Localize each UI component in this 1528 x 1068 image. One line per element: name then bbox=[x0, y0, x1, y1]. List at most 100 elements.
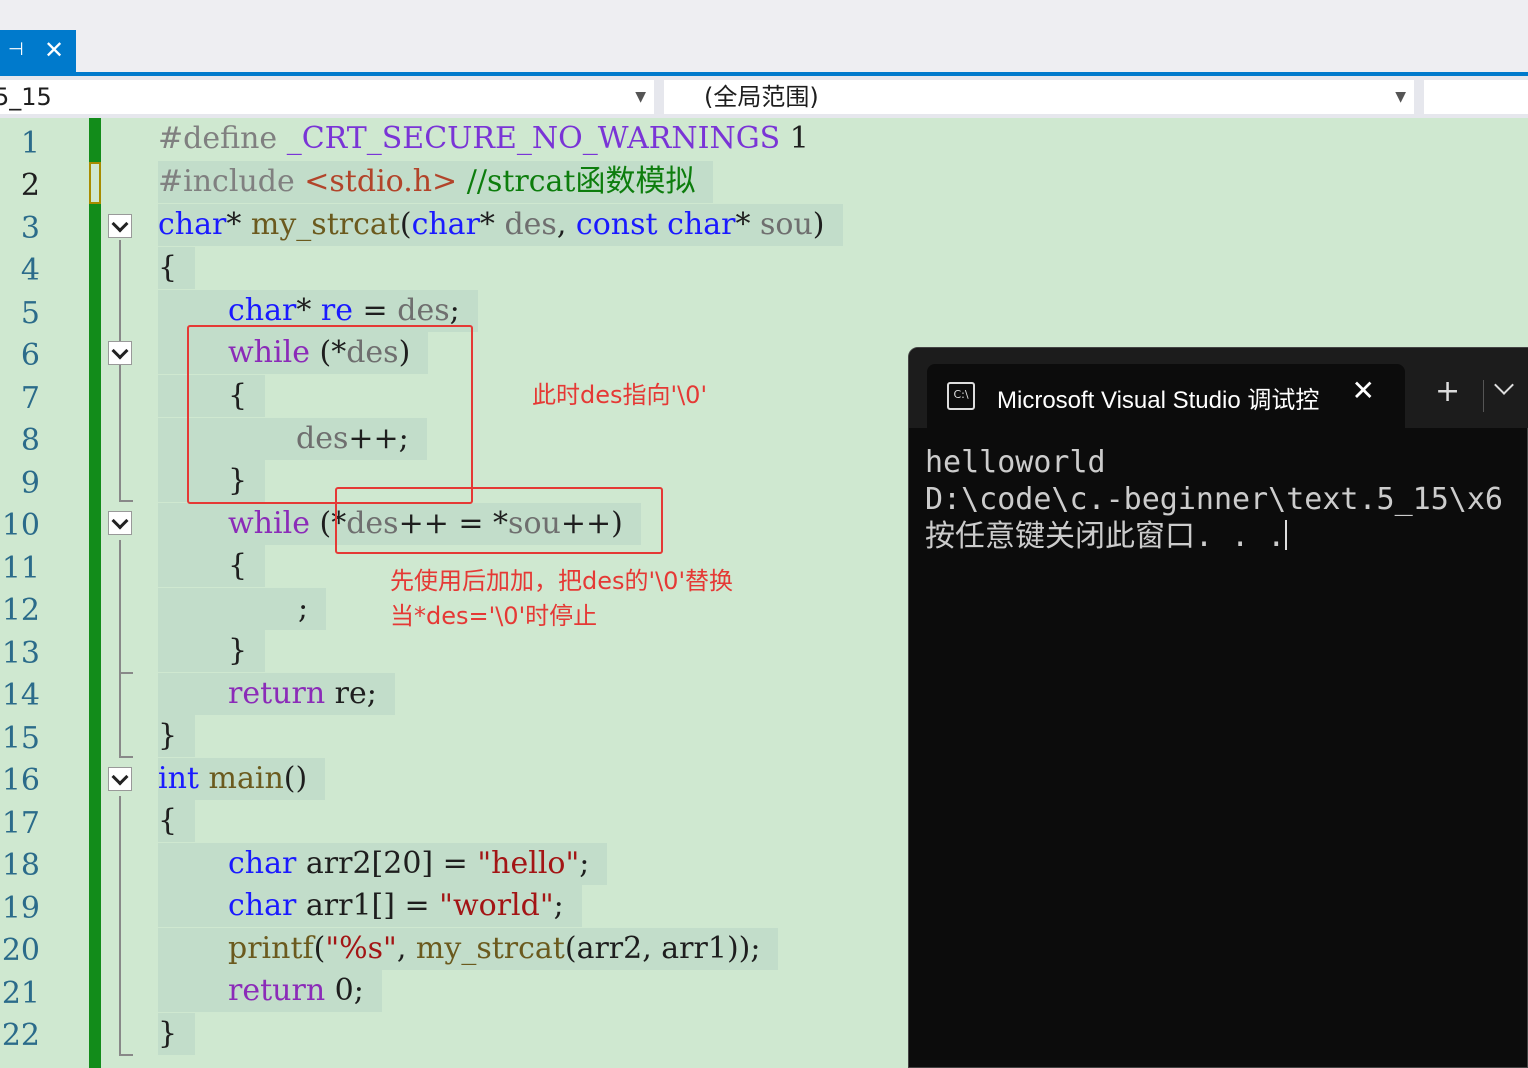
token: * bbox=[296, 293, 321, 328]
navigation-bar: 5_15 ▼ (全局范围) ▼ bbox=[0, 76, 1528, 118]
line-number: 21 bbox=[1, 976, 40, 1011]
token: arr2[20] = bbox=[296, 846, 478, 881]
member-combo[interactable] bbox=[1424, 80, 1528, 114]
line-number: 6 bbox=[20, 338, 40, 373]
token: ; bbox=[553, 888, 564, 923]
console-tab[interactable]: C:\ Microsoft Visual Studio 调试控 ✕ bbox=[927, 364, 1405, 428]
code-editor[interactable]: #define _CRT_SECURE_NO_WARNINGS 1 #inclu… bbox=[158, 118, 843, 1055]
token: = bbox=[353, 293, 398, 328]
token: des bbox=[397, 293, 450, 328]
annotation-note: 先使用后加加，把des的'\0'替换 bbox=[390, 567, 734, 595]
token: printf bbox=[228, 931, 314, 966]
token: sou bbox=[760, 207, 813, 242]
code-line-18: char arr2[20] = "hello"; bbox=[158, 843, 608, 885]
line-number: 17 bbox=[1, 806, 40, 841]
token: { bbox=[228, 548, 248, 583]
chevron-down-icon[interactable]: ▼ bbox=[1395, 80, 1406, 114]
token: , bbox=[556, 207, 576, 242]
code-line-19: char arr1[] = "world"; bbox=[158, 885, 582, 927]
annotation-box bbox=[335, 487, 663, 554]
fold-guide bbox=[119, 796, 121, 1054]
console-line: D:\code\c.-beginner\text.5_15\x6 bbox=[925, 482, 1503, 517]
token: { bbox=[158, 250, 178, 285]
line-number: 5 bbox=[20, 296, 40, 331]
project-combo[interactable]: 5_15 ▼ bbox=[0, 80, 654, 114]
token: "hello" bbox=[477, 846, 580, 881]
change-tracking-bar bbox=[89, 118, 101, 1068]
scope-combo[interactable]: (全局范围) ▼ bbox=[664, 80, 1414, 114]
tab-separator bbox=[1483, 380, 1484, 412]
token: * bbox=[735, 207, 760, 242]
annotation-note: 此时des指向'\0' bbox=[532, 381, 708, 409]
unsaved-change-marker bbox=[89, 162, 101, 204]
console-tab-title: Microsoft Visual Studio 调试控 bbox=[997, 387, 1320, 414]
token: return bbox=[228, 676, 326, 711]
token: char bbox=[228, 846, 297, 881]
token: while bbox=[228, 506, 310, 541]
annotation-box bbox=[187, 325, 473, 504]
line-number: 10 bbox=[1, 508, 40, 543]
fold-toggle-icon[interactable] bbox=[108, 341, 132, 365]
line-number: 1 bbox=[20, 126, 40, 161]
code-line-2: #include <stdio.h> //strcat函数模拟 bbox=[158, 161, 714, 203]
token: re; bbox=[325, 676, 377, 711]
token: ; bbox=[298, 591, 309, 626]
terminal-icon: C:\ bbox=[947, 382, 975, 410]
project-combo-value: 5_15 bbox=[0, 83, 52, 111]
line-number: 14 bbox=[1, 678, 40, 713]
token: ) bbox=[812, 207, 825, 242]
active-document-tab[interactable]: ⊣ ✕ bbox=[0, 30, 76, 72]
code-line-21: return 0; bbox=[158, 970, 382, 1012]
token: main bbox=[198, 761, 284, 796]
token: char bbox=[228, 293, 297, 328]
console-line: helloworld bbox=[925, 445, 1106, 480]
line-number: 18 bbox=[1, 848, 40, 883]
pin-icon[interactable]: ⊣ bbox=[8, 40, 24, 60]
fold-guide-end bbox=[119, 756, 133, 758]
fold-toggle-icon[interactable] bbox=[108, 767, 132, 791]
close-icon[interactable]: ✕ bbox=[1352, 374, 1375, 407]
code-line-20: printf("%s", my_strcat(arr2, arr1)); bbox=[158, 928, 779, 970]
token: ( bbox=[399, 207, 412, 242]
line-number: 4 bbox=[20, 253, 40, 288]
line-number: 7 bbox=[20, 381, 40, 416]
code-line-14: return re; bbox=[158, 673, 395, 715]
token: des bbox=[504, 207, 557, 242]
token: ; bbox=[449, 293, 460, 328]
line-number-current: 2 bbox=[20, 168, 40, 203]
line-number-gutter: 1 2 3 4 5 6 7 8 9 10 11 12 13 14 15 16 1… bbox=[0, 118, 88, 1068]
chevron-down-icon[interactable] bbox=[1494, 375, 1514, 395]
code-line-16: int main() bbox=[158, 758, 326, 800]
console-output: helloworld D:\code\c.-beginner\text.5_15\… bbox=[925, 444, 1503, 555]
new-tab-plus-icon[interactable]: + bbox=[1435, 374, 1460, 409]
token: char bbox=[411, 207, 480, 242]
fold-guide-end bbox=[119, 500, 133, 502]
token: ( bbox=[313, 931, 326, 966]
token: #define bbox=[158, 121, 278, 156]
token: int bbox=[158, 761, 199, 796]
token: "world" bbox=[439, 888, 554, 923]
token: ; bbox=[579, 846, 590, 881]
chevron-down-icon[interactable]: ▼ bbox=[635, 80, 646, 114]
code-line-13: } bbox=[158, 630, 266, 672]
token: char bbox=[158, 207, 227, 242]
fold-toggle-icon[interactable] bbox=[108, 511, 132, 535]
terminal-icon-label: C:\ bbox=[953, 388, 969, 401]
line-number: 22 bbox=[1, 1018, 40, 1053]
token: () bbox=[283, 761, 308, 796]
line-number: 9 bbox=[20, 466, 40, 501]
token: const bbox=[575, 207, 658, 242]
line-number: 13 bbox=[1, 636, 40, 671]
fold-toggle-icon[interactable] bbox=[108, 214, 132, 238]
token: re bbox=[320, 293, 354, 328]
annotation-note: 当*des='\0'时停止 bbox=[390, 602, 598, 630]
code-line-4: { bbox=[158, 247, 196, 289]
close-icon[interactable]: ✕ bbox=[44, 38, 64, 62]
fold-guide bbox=[119, 540, 121, 672]
line-number: 15 bbox=[1, 721, 40, 756]
token: my_strcat bbox=[415, 931, 565, 966]
token: } bbox=[228, 633, 248, 668]
token: return bbox=[228, 973, 326, 1008]
debug-console-window[interactable]: C:\ Microsoft Visual Studio 调试控 ✕ + hell… bbox=[908, 347, 1528, 1068]
